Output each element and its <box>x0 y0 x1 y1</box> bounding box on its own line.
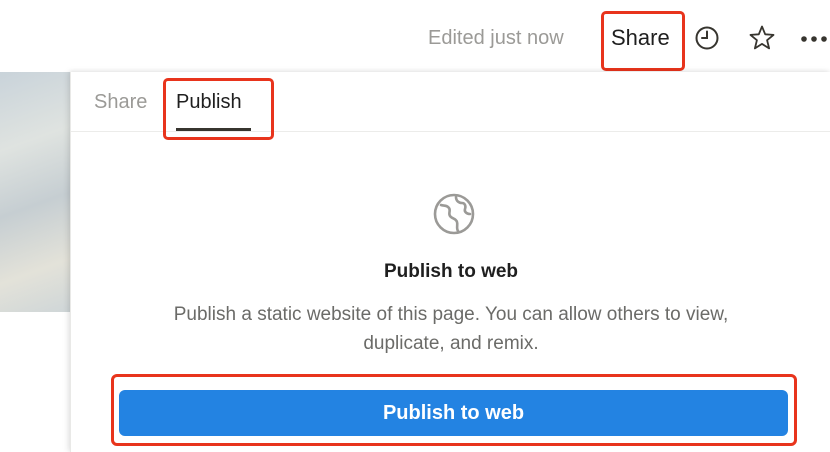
popover-tabs: Share Publish <box>71 72 830 140</box>
star-icon[interactable] <box>748 24 776 52</box>
publish-tab-highlight <box>163 78 274 140</box>
tab-share[interactable]: Share <box>94 91 147 114</box>
publish-button-highlight <box>111 374 797 446</box>
clock-icon[interactable] <box>694 25 720 51</box>
top-bar: Edited just now Share <box>0 0 830 72</box>
publish-description: Publish a static website of this page. Y… <box>173 304 729 354</box>
globe-icon <box>433 193 475 235</box>
page-cover-image <box>0 72 70 312</box>
share-popover: Share Publish Publish to web Publish a s… <box>70 72 830 452</box>
edited-status: Edited just now <box>428 27 564 49</box>
publish-title: Publish to web <box>383 261 519 282</box>
share-button-highlight <box>601 11 685 71</box>
more-icon[interactable] <box>800 34 830 44</box>
